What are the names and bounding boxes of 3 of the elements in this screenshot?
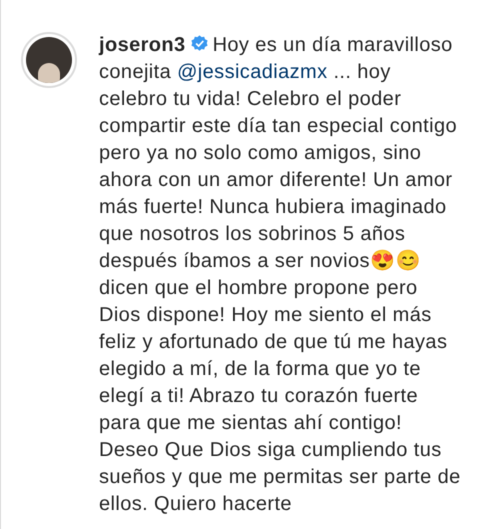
mention-link[interactable]: @jessicadiazmx: [177, 61, 328, 83]
username-link[interactable]: joseron3: [99, 34, 186, 56]
caption-text: joseron3 Hoy es un día maravilloso conejita @jessicadiazmx ... hoy celebro tu vida! Celebro el poder compartir este día tan especial contigo pero ya no solo como amigos, sino ahora con un amor diferente! Un amor más fuerte! Nunca hubiera imaginado que nosotros los sobrinos 5 años después íbamos a ser novios😍😊 dicen que el hombre propone pero Dios dispone! Hoy me siento el más feliz y afortunado de que tú me hayas elegido a mí, de la forma que yo te elegí a ti! Abrazo tu corazón fuerte para que me sientas ahí contigo! Deseo Que Dios siga cumpliendo tus sueños y que me permitas ser parte de ellos. Quiero hacerte: [99, 33, 461, 517]
